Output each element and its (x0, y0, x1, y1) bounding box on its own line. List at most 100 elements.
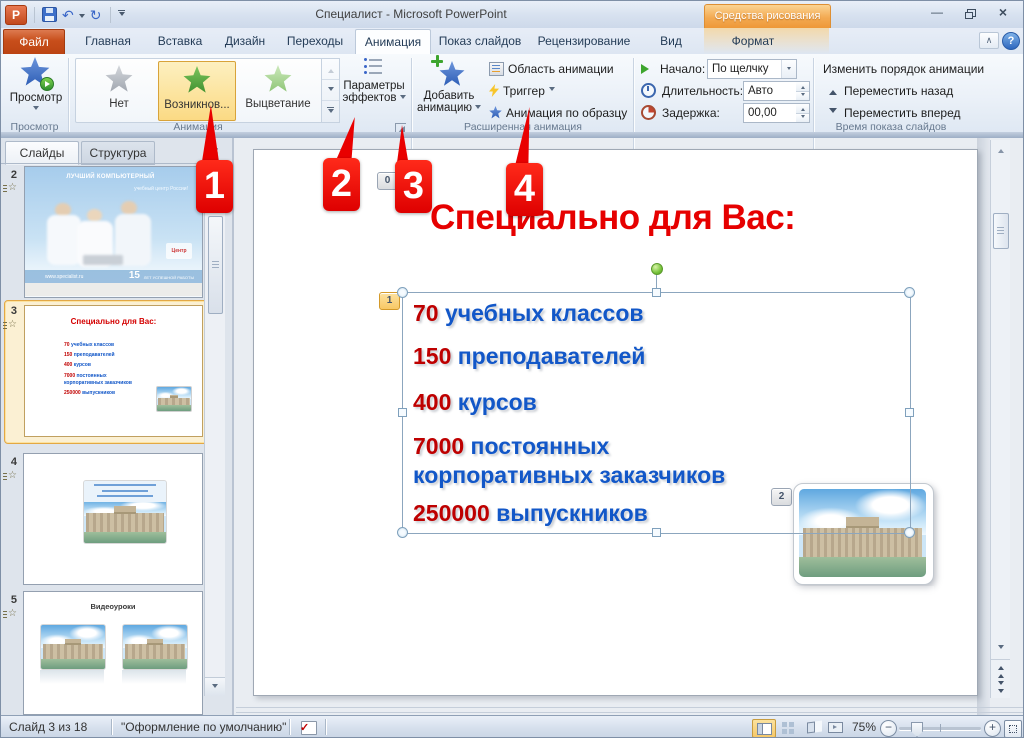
duration-spinner[interactable] (796, 81, 810, 101)
save-icon[interactable] (42, 7, 57, 22)
duration-spinbox[interactable]: Авто (743, 81, 797, 101)
slide-thumbnail-4[interactable] (23, 453, 203, 585)
thumbnail-picture (40, 624, 106, 670)
trigger-label: Триггер (503, 84, 545, 98)
zoom-out-icon[interactable]: − (880, 720, 897, 737)
tab-review[interactable]: Рецензирование (529, 29, 639, 53)
add-animation-button[interactable]: Добавить анимацию (417, 57, 481, 114)
slide-number: 5 (1, 594, 17, 606)
gallery-more-button[interactable] (322, 101, 339, 121)
selection-handle-sw[interactable] (397, 527, 408, 538)
animation-painter-icon (489, 106, 502, 119)
trigger-button[interactable]: Триггер (489, 81, 555, 100)
selection-handle-n[interactable] (652, 288, 661, 297)
rotate-handle[interactable] (651, 263, 663, 275)
tab-file[interactable]: Файл (3, 29, 65, 54)
zoom-slider-thumb[interactable] (911, 722, 923, 737)
tab-view[interactable]: Вид (645, 29, 697, 53)
qat-customize-icon[interactable] (118, 10, 125, 19)
slide-thumbnail-2[interactable]: ЛУЧШИЙ КОМПЬЮТЕРНЫЙ учебный центр России… (24, 166, 203, 298)
thumbnail-title: Специально для Вас: (25, 317, 202, 326)
selection-handle-e[interactable] (905, 408, 914, 417)
thumbnail-bullet: 150 преподавателей (64, 352, 115, 358)
panel-splitter[interactable] (232, 138, 234, 715)
tab-format[interactable]: Формат (713, 29, 793, 53)
restore-button[interactable] (955, 5, 983, 22)
delay-spinbox[interactable]: 00,00 (743, 103, 797, 123)
slide-title[interactable]: Специально для Вас: (430, 198, 795, 238)
redo-icon[interactable]: ↻ (88, 6, 104, 24)
undo-dropdown-icon[interactable] (79, 14, 85, 21)
close-button[interactable]: × (989, 5, 1017, 22)
ribbon: Просмотр Просмотр Нет Возникнов... Выцве… (1, 54, 1023, 132)
slideshow-view-button[interactable] (824, 719, 846, 736)
tab-slides-thumbnails[interactable]: Слайды (5, 141, 79, 165)
slide-thumbnail-3[interactable]: Специально для Вас: 70 учебных классов 1… (24, 305, 203, 437)
tab-design[interactable]: Дизайн (215, 29, 275, 53)
help-icon[interactable]: ? (1002, 32, 1020, 50)
powerpoint-app-icon[interactable]: P (5, 5, 27, 25)
gallery-scroll-down[interactable] (322, 80, 339, 101)
animation-painter-button[interactable]: Анимация по образцу (489, 103, 627, 122)
slide-thumbnail-5[interactable]: Видеоуроки (23, 591, 203, 715)
animation-pane-button[interactable]: Область анимации (489, 59, 614, 78)
tab-animations[interactable]: Анимация (355, 29, 431, 56)
previous-slide-button[interactable] (992, 662, 1009, 679)
reading-view-button[interactable] (800, 719, 822, 736)
scrollbar-thumb[interactable] (208, 216, 223, 314)
undo-icon[interactable]: ↶ (60, 6, 76, 24)
thumbnail-picture (122, 624, 188, 670)
slide-number: 2 (1, 169, 17, 181)
selection-handle-s[interactable] (652, 528, 661, 537)
preview-label: Просмотр (10, 92, 63, 104)
theme-name[interactable]: "Оформление по умолчанию" (121, 720, 286, 734)
next-slide-button[interactable] (992, 680, 1009, 697)
divider (236, 712, 1024, 713)
normal-view-button[interactable] (752, 719, 776, 738)
fit-to-window-icon[interactable] (1004, 720, 1022, 738)
bullet-line: корпоративных заказчиков (413, 462, 725, 489)
spellcheck-icon[interactable]: ✓ (301, 721, 317, 735)
scrollbar-thumb[interactable] (993, 213, 1009, 249)
gallery-item-label: Выцветание (245, 98, 310, 110)
slide-sorter-view-button[interactable] (776, 719, 798, 736)
tab-transitions[interactable]: Переходы (279, 29, 351, 53)
duration-row: Длительность: (641, 81, 743, 100)
start-combobox[interactable]: По щелчку (707, 59, 797, 79)
tab-home[interactable]: Главная (71, 29, 145, 53)
delay-value: 00,00 (744, 107, 796, 119)
trigger-lightning-icon (489, 84, 499, 97)
effect-options-button[interactable]: Параметры эффектов (341, 57, 407, 104)
scroll-down-button[interactable] (992, 640, 1009, 657)
animation-indicator-icon: ☆ (3, 183, 17, 193)
selection-handle-nw[interactable] (397, 287, 408, 298)
minimize-button[interactable]: — (923, 5, 951, 22)
selection-handle-w[interactable] (398, 408, 407, 417)
zoom-in-icon[interactable]: + (984, 720, 1001, 737)
tab-outline[interactable]: Структура (81, 141, 155, 165)
delay-row: Задержка: (641, 103, 720, 122)
gallery-scroll-up[interactable] (322, 59, 339, 80)
window-title: Специалист - Microsoft PowerPoint (306, 7, 516, 21)
zoom-level[interactable]: 75% (852, 720, 876, 734)
tab-insert[interactable]: Вставка (149, 29, 211, 53)
scroll-down-button[interactable] (205, 677, 225, 696)
gallery-item-none[interactable]: Нет (86, 61, 152, 119)
callout-3: 3 (395, 160, 432, 213)
scroll-up-button[interactable] (992, 141, 1009, 158)
tab-slideshow[interactable]: Показ слайдов (435, 29, 525, 53)
move-earlier-button[interactable]: Переместить назад (829, 81, 953, 100)
gallery-item-fade[interactable]: Выцветание (238, 61, 318, 119)
start-label: Начало: (660, 62, 705, 76)
callout-4: 4 (506, 163, 543, 216)
selection-handle-ne[interactable] (904, 287, 915, 298)
gallery-item-appear[interactable]: Возникнов... (158, 61, 236, 121)
thumbnail-footer-band: www.specialist.ru 15 ЛЕТ УСПЕШНОЙ РАБОТЫ (25, 270, 202, 283)
thumbnails-scrollbar (204, 164, 225, 696)
move-later-button[interactable]: Переместить вперед (829, 103, 960, 122)
fade-star-icon (264, 65, 292, 93)
selection-handle-se[interactable] (904, 527, 915, 538)
collapse-ribbon-icon[interactable]: ∧ (979, 32, 999, 49)
delay-spinner[interactable] (796, 103, 810, 123)
preview-button[interactable]: Просмотр (9, 57, 63, 113)
